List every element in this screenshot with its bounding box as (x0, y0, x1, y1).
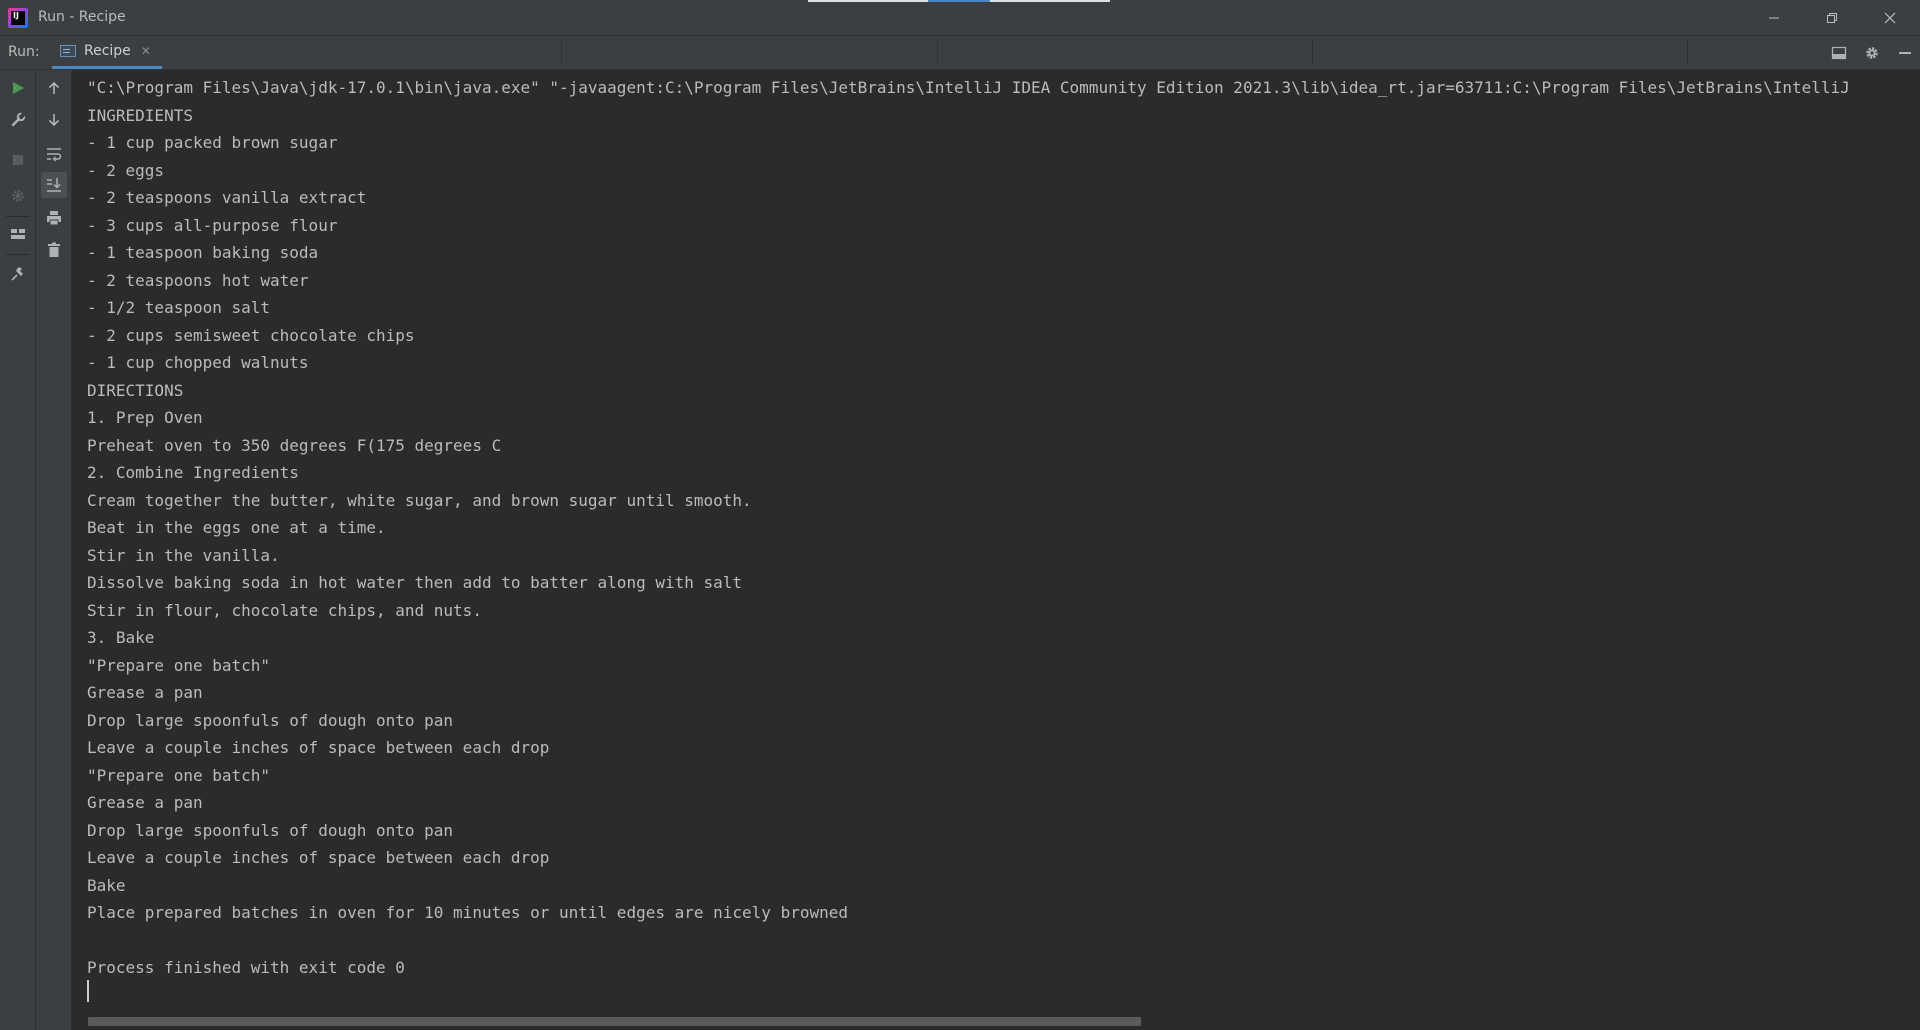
clear-all-button[interactable] (44, 240, 64, 260)
layout-icon (11, 229, 25, 239)
console-line: "Prepare one batch" (87, 765, 271, 785)
print-button[interactable] (44, 208, 64, 228)
restore-layout-button[interactable] (8, 224, 28, 244)
console-line: Place prepared batches in oven for 10 mi… (87, 903, 848, 922)
console-line: - 1 teaspoon baking soda (87, 243, 319, 262)
tab-recipe[interactable]: Recipe ✕ (52, 36, 162, 69)
console-lines: "C:\Program Files\Java\jdk-17.0.1\bin\ja… (87, 74, 1850, 982)
console-line: Bake (87, 875, 126, 895)
run-label: Run: (8, 44, 40, 60)
restore-window-button[interactable] (1803, 0, 1861, 35)
stop-button[interactable] (8, 150, 28, 170)
console-line: 2. Combine Ingredients (87, 463, 299, 482)
pin-tab-button[interactable] (8, 264, 28, 284)
minimize-icon (1899, 52, 1911, 54)
rerun-button[interactable] (8, 78, 28, 98)
title-accent-line-right (990, 0, 1110, 2)
console-line: Leave a couple inches of space between e… (87, 848, 550, 867)
debug-settings-icon (12, 190, 24, 202)
arrow-down-icon (48, 114, 60, 127)
toolbar-divider (1687, 40, 1688, 66)
title-accent-line-blue (928, 0, 990, 2)
scroll-to-end-icon (47, 178, 61, 192)
gear-icon (1866, 47, 1878, 59)
run-toolbar: Run: Recipe ✕ (0, 35, 1920, 70)
console-line: Grease a pan (87, 793, 203, 812)
console-line: - 3 cups all-purpose flour (87, 215, 338, 235)
trash-icon (48, 242, 60, 257)
process-exit-line: Process finished with exit code 0 (87, 958, 405, 977)
layout-icon (1831, 46, 1847, 60)
toolbar-divider (561, 40, 562, 66)
horizontal-scrollbar[interactable] (88, 1017, 1141, 1026)
title-bar: IJ Run - Recipe (0, 0, 1920, 35)
rerun-icon (13, 82, 24, 94)
intellij-icon: IJ (8, 8, 28, 28)
run-actions-toolbar (0, 70, 36, 1030)
minimize-window-button[interactable] (1745, 0, 1803, 35)
console-line: Cream together the butter, white sugar, … (87, 490, 752, 510)
console-line: Drop large spoonfuls of dough onto pan (87, 710, 454, 730)
console-line: Stir in flour, chocolate chips, and nuts… (87, 600, 482, 620)
toolbar-separator (6, 216, 30, 217)
print-icon (47, 211, 61, 226)
console-line: - 1 cup packed brown sugar (87, 133, 338, 152)
text-caret (87, 980, 89, 1002)
scroll-to-end-button[interactable] (41, 172, 67, 198)
toolbar-divider (1312, 40, 1313, 66)
console-line: - 2 eggs (87, 160, 165, 180)
title-accent-line (808, 0, 928, 2)
console-actions-toolbar (36, 70, 72, 1030)
app-icon-letters: IJ (13, 11, 19, 20)
console-line: Grease a pan (87, 683, 203, 702)
window-title: Run - Recipe (38, 9, 126, 25)
console-line: - 2 cups semisweet chocolate chips (87, 325, 415, 345)
close-icon (1884, 12, 1896, 23)
stop-icon (13, 155, 23, 165)
console-line: INGREDIENTS (87, 105, 193, 125)
console-line: - 1 cup chopped walnuts (87, 353, 309, 372)
restore-icon (1827, 12, 1837, 23)
debug-settings-button[interactable] (8, 186, 28, 206)
console-line: 3. Bake (87, 628, 155, 647)
console-line: Drop large spoonfuls of dough onto pan (87, 820, 454, 840)
console-line: Dissolve baking soda in hot water then a… (87, 573, 743, 592)
console-output[interactable]: "C:\Program Files\Java\jdk-17.0.1\bin\ja… (72, 70, 1920, 1030)
arrow-up-icon (48, 81, 60, 94)
toolbar-separator (6, 254, 30, 255)
console-line: - 1/2 teaspoon salt (87, 298, 271, 317)
console-line: "Prepare one batch" (87, 655, 271, 675)
console-tab-icon (60, 45, 76, 57)
console-command-line: "C:\Program Files\Java\jdk-17.0.1\bin\ja… (87, 78, 1850, 97)
settings-button[interactable] (1862, 43, 1882, 63)
console-line: - 2 teaspoons hot water (87, 270, 309, 290)
console-line: - 2 teaspoons vanilla extract (87, 188, 367, 207)
hide-panel-button[interactable] (1895, 43, 1915, 63)
next-occurrence-button[interactable] (44, 110, 64, 130)
soft-wrap-icon (47, 148, 62, 162)
close-window-button[interactable] (1861, 0, 1919, 35)
console-line: Stir in the vanilla. (87, 545, 280, 565)
console-line: 1. Prep Oven (87, 408, 203, 427)
tab-close-icon[interactable]: ✕ (141, 45, 151, 57)
console-line: DIRECTIONS (87, 380, 184, 400)
console-line: Preheat oven to 350 degrees F(175 degree… (87, 435, 502, 455)
toolbar-divider (937, 40, 938, 66)
previous-occurrence-button[interactable] (44, 78, 64, 98)
console-line: Beat in the eggs one at a time. (87, 518, 386, 537)
tab-label: Recipe (84, 43, 131, 59)
wrench-icon (11, 112, 26, 127)
soft-wrap-button[interactable] (44, 144, 64, 164)
layout-button[interactable] (1829, 43, 1849, 63)
minimize-icon (1769, 17, 1779, 18)
console-line: Leave a couple inches of space between e… (87, 738, 550, 757)
modify-run-config-button[interactable] (8, 110, 28, 130)
pin-icon (11, 267, 23, 281)
